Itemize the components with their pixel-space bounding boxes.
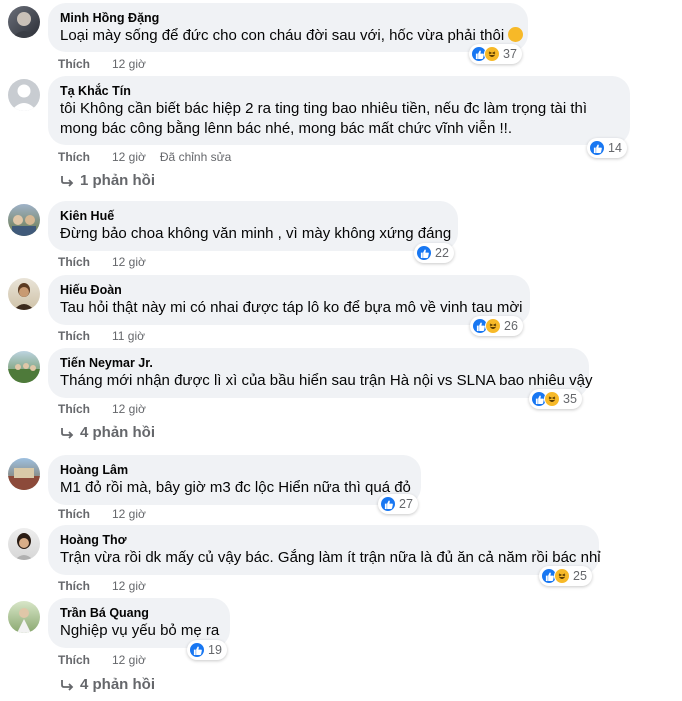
comment-bubble: Hoàng Lâm M1 đỏ rồi mà, bây giờ m3 đc lộ… bbox=[48, 455, 421, 505]
replies-count: 4 phản hồi bbox=[80, 424, 155, 441]
comment-actions: Thích 12 giờ bbox=[58, 402, 146, 416]
comment-actions: Thích 12 giờ bbox=[58, 507, 146, 521]
comment-bubble: Minh Hồng Đặng Loại mày sống để đức cho … bbox=[48, 3, 528, 52]
avatar[interactable] bbox=[8, 458, 40, 490]
edited-label: Đã chỉnh sửa bbox=[159, 150, 232, 164]
like-button[interactable]: Thích bbox=[58, 507, 90, 521]
like-button[interactable]: Thích bbox=[58, 255, 90, 269]
timestamp[interactable]: 12 giờ bbox=[112, 57, 146, 71]
comment-text: Nghiệp vụ yếu bỏ mẹ ra bbox=[60, 622, 220, 639]
reaction-count: 19 bbox=[208, 643, 222, 657]
reply-arrow-icon bbox=[60, 175, 74, 187]
comment-text: Đừng bảo choa không văn minh , vì mày kh… bbox=[60, 225, 452, 242]
like-button[interactable]: Thích bbox=[58, 402, 90, 416]
comment-author[interactable]: Kiên Huế bbox=[60, 208, 446, 224]
comment-text-line: mong bác công bằng lênn bác nhé, mong bá… bbox=[60, 120, 512, 137]
reaction-summary[interactable]: 26 bbox=[470, 316, 523, 336]
comment-actions: Thích 12 giờ Đã chỉnh sửa bbox=[58, 150, 231, 164]
haha-icon bbox=[485, 318, 501, 334]
replies-count: 1 phản hồi bbox=[80, 172, 155, 189]
like-icon bbox=[416, 245, 432, 261]
comment-text: Trận vừa rồi dk mấy củ vậy bác. Gắng làm… bbox=[60, 549, 601, 566]
comment-actions: Thích 12 giờ bbox=[58, 255, 146, 269]
like-button[interactable]: Thích bbox=[58, 329, 90, 343]
view-replies-link[interactable]: 4 phản hồi bbox=[60, 676, 155, 693]
comment-text: M1 đỏ rồi mà, bây giờ m3 đc lộc Hiển nữa… bbox=[60, 479, 411, 496]
avatar[interactable] bbox=[8, 278, 40, 310]
reply-arrow-icon bbox=[60, 427, 74, 439]
reaction-count: 14 bbox=[608, 141, 622, 155]
comment-author[interactable]: Trần Bá Quang bbox=[60, 605, 218, 621]
reply-arrow-icon bbox=[60, 679, 74, 691]
reaction-count: 35 bbox=[563, 392, 577, 406]
replies-count: 4 phản hồi bbox=[80, 676, 155, 693]
like-button[interactable]: Thích bbox=[58, 579, 90, 593]
reaction-count: 22 bbox=[435, 246, 449, 260]
avatar[interactable] bbox=[8, 528, 40, 560]
comment-actions: Thích 11 giờ bbox=[58, 329, 145, 343]
comment-bubble: Tạ Khắc Tín tôi Không cần biết bác hiệp … bbox=[48, 76, 630, 145]
reaction-summary[interactable]: 19 bbox=[187, 640, 227, 660]
haha-icon bbox=[484, 46, 500, 62]
like-icon bbox=[380, 496, 396, 512]
avatar[interactable] bbox=[8, 351, 40, 383]
reaction-count: 37 bbox=[503, 47, 517, 61]
comment-text: Tau hỏi thật này mi có nhai được táp lô … bbox=[60, 299, 523, 316]
comment-bubble: Hiếu Đoàn Tau hỏi thật này mi có nhai đư… bbox=[48, 275, 530, 325]
timestamp[interactable]: 12 giờ bbox=[112, 255, 146, 269]
haha-icon bbox=[544, 391, 560, 407]
like-button[interactable]: Thích bbox=[58, 150, 90, 164]
reaction-summary[interactable]: 37 bbox=[469, 44, 522, 64]
avatar[interactable] bbox=[8, 6, 40, 38]
haha-icon bbox=[554, 568, 570, 584]
like-button[interactable]: Thích bbox=[58, 653, 90, 667]
reaction-summary[interactable]: 27 bbox=[378, 494, 418, 514]
smile-emoji-icon bbox=[508, 27, 524, 42]
comment-bubble: Kiên Huế Đừng bảo choa không văn minh , … bbox=[48, 201, 458, 251]
reaction-count: 25 bbox=[573, 569, 587, 583]
avatar[interactable] bbox=[8, 79, 40, 111]
timestamp[interactable]: 12 giờ bbox=[112, 507, 146, 521]
comment-author[interactable]: Hoàng Lâm bbox=[60, 462, 409, 478]
like-icon bbox=[589, 140, 605, 156]
comment-author[interactable]: Minh Hồng Đặng bbox=[60, 10, 516, 26]
reaction-summary[interactable]: 35 bbox=[529, 389, 582, 409]
avatar[interactable] bbox=[8, 204, 40, 236]
comment-bubble: Hoàng Thơ Trận vừa rồi dk mấy củ vậy bác… bbox=[48, 525, 601, 575]
view-replies-link[interactable]: 1 phản hồi bbox=[60, 172, 155, 189]
reaction-summary[interactable]: 22 bbox=[414, 243, 454, 263]
timestamp[interactable]: 12 giờ bbox=[112, 579, 146, 593]
timestamp[interactable]: 12 giờ bbox=[112, 402, 146, 416]
comment-author[interactable]: Hoàng Thơ bbox=[60, 532, 587, 548]
like-button[interactable]: Thích bbox=[58, 57, 90, 71]
comment-author[interactable]: Tạ Khắc Tín bbox=[60, 83, 618, 99]
comment-text: Tháng mới nhận được lì xì của bầu hiển s… bbox=[60, 372, 593, 389]
comment-actions: Thích 12 giờ bbox=[58, 57, 146, 71]
view-replies-link[interactable]: 4 phản hồi bbox=[60, 424, 155, 441]
comment-author[interactable]: Tiến Neymar Jr. bbox=[60, 355, 577, 371]
comment-actions: Thích 12 giờ bbox=[58, 653, 146, 667]
like-icon bbox=[189, 642, 205, 658]
avatar[interactable] bbox=[8, 601, 40, 633]
reaction-count: 27 bbox=[399, 497, 413, 511]
reaction-summary[interactable]: 25 bbox=[539, 566, 592, 586]
comment-actions: Thích 12 giờ bbox=[58, 579, 146, 593]
timestamp[interactable]: 12 giờ bbox=[112, 653, 146, 667]
reaction-summary[interactable]: 14 bbox=[587, 138, 627, 158]
timestamp[interactable]: 12 giờ bbox=[112, 150, 146, 164]
timestamp[interactable]: 11 giờ bbox=[112, 329, 145, 343]
comment-text: Loại mày sống để đức cho con cháu đời sa… bbox=[60, 27, 505, 44]
comment-text-line: tôi Không cần biết bác hiệp 2 ra ting ti… bbox=[60, 100, 588, 117]
reaction-count: 26 bbox=[504, 319, 518, 333]
comment-bubble: Tiến Neymar Jr. Tháng mới nhận được lì x… bbox=[48, 348, 593, 398]
comment-author[interactable]: Hiếu Đoàn bbox=[60, 282, 518, 298]
